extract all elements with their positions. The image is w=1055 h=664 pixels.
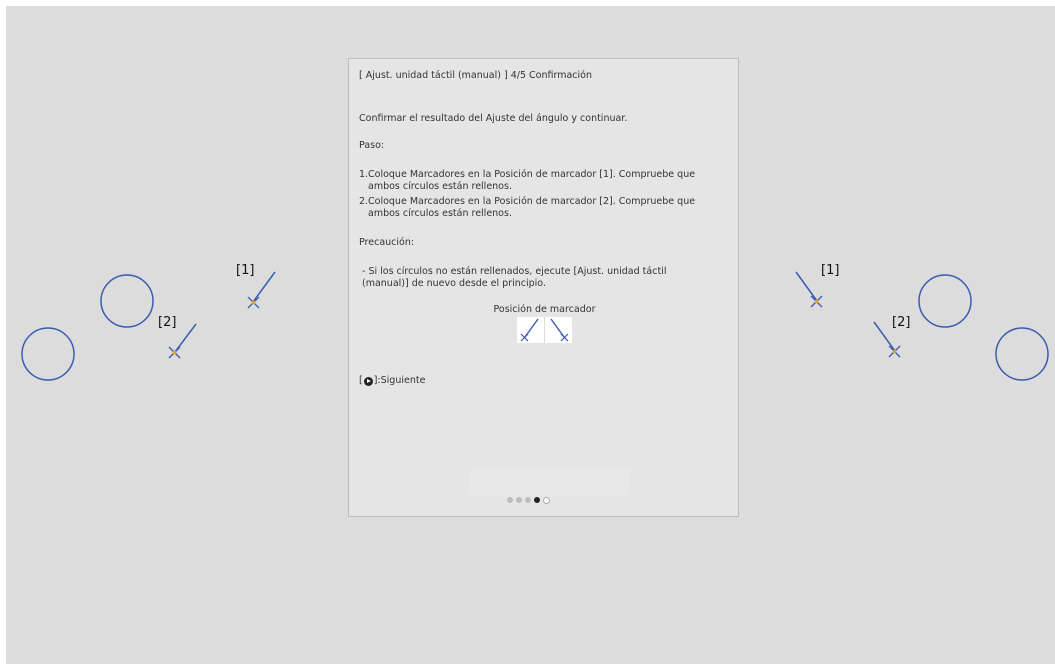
steps-heading: Paso:	[359, 140, 385, 151]
marker-label-left-1: [1]	[236, 263, 255, 278]
next-button[interactable]: [ ]:Siguiente	[359, 375, 425, 387]
calibration-circle-left-2	[21, 327, 75, 381]
marker-position-diagram	[517, 317, 572, 343]
calibration-circle-right-2	[995, 327, 1049, 381]
page-dot-4	[534, 497, 540, 503]
caution-heading: Precaución:	[359, 237, 415, 248]
marker-right-1-icon	[795, 271, 823, 308]
next-prefix: [	[359, 375, 363, 386]
step-text: Coloque Marcadores en la Posición de mar…	[368, 169, 696, 192]
marker-diagram-divider	[544, 317, 545, 343]
dialog-title: [ Ajust. unidad táctil (manual) ] 4/5 Co…	[359, 70, 592, 81]
step-number: 1.	[359, 169, 369, 180]
marker-label-right-2: [2]	[892, 315, 911, 330]
next-label: ]:Siguiente	[373, 375, 426, 386]
page-dot-2	[516, 497, 522, 503]
marker-label-right-1: [1]	[821, 263, 840, 278]
touch-unit-adjust-dialog: [ Ajust. unidad táctil (manual) ] 4/5 Co…	[348, 58, 739, 517]
step-item-1: 1. Coloque Marcadores en la Posición de …	[359, 169, 714, 193]
dialog-footer-area	[469, 469, 629, 495]
marker-position-title: Posición de marcador	[493, 304, 596, 315]
dialog-instruction: Confirmar el resultado del Ajuste del án…	[359, 113, 628, 124]
caution-text: - Si los círculos no están rellenados, e…	[362, 266, 667, 289]
page-indicator	[507, 497, 550, 504]
step-item-2: 2. Coloque Marcadores en la Posición de …	[359, 196, 714, 220]
enter-icon	[363, 376, 373, 386]
marker-label-left-2: [2]	[158, 315, 177, 330]
page-dot-3	[525, 497, 531, 503]
calibration-circle-right-1	[918, 274, 972, 328]
step-number: 2.	[359, 196, 369, 207]
calibration-circle-left-1	[100, 274, 154, 328]
page-dot-1	[507, 497, 513, 503]
step-text: Coloque Marcadores en la Posición de mar…	[368, 196, 696, 219]
page-dot-5	[543, 497, 550, 504]
